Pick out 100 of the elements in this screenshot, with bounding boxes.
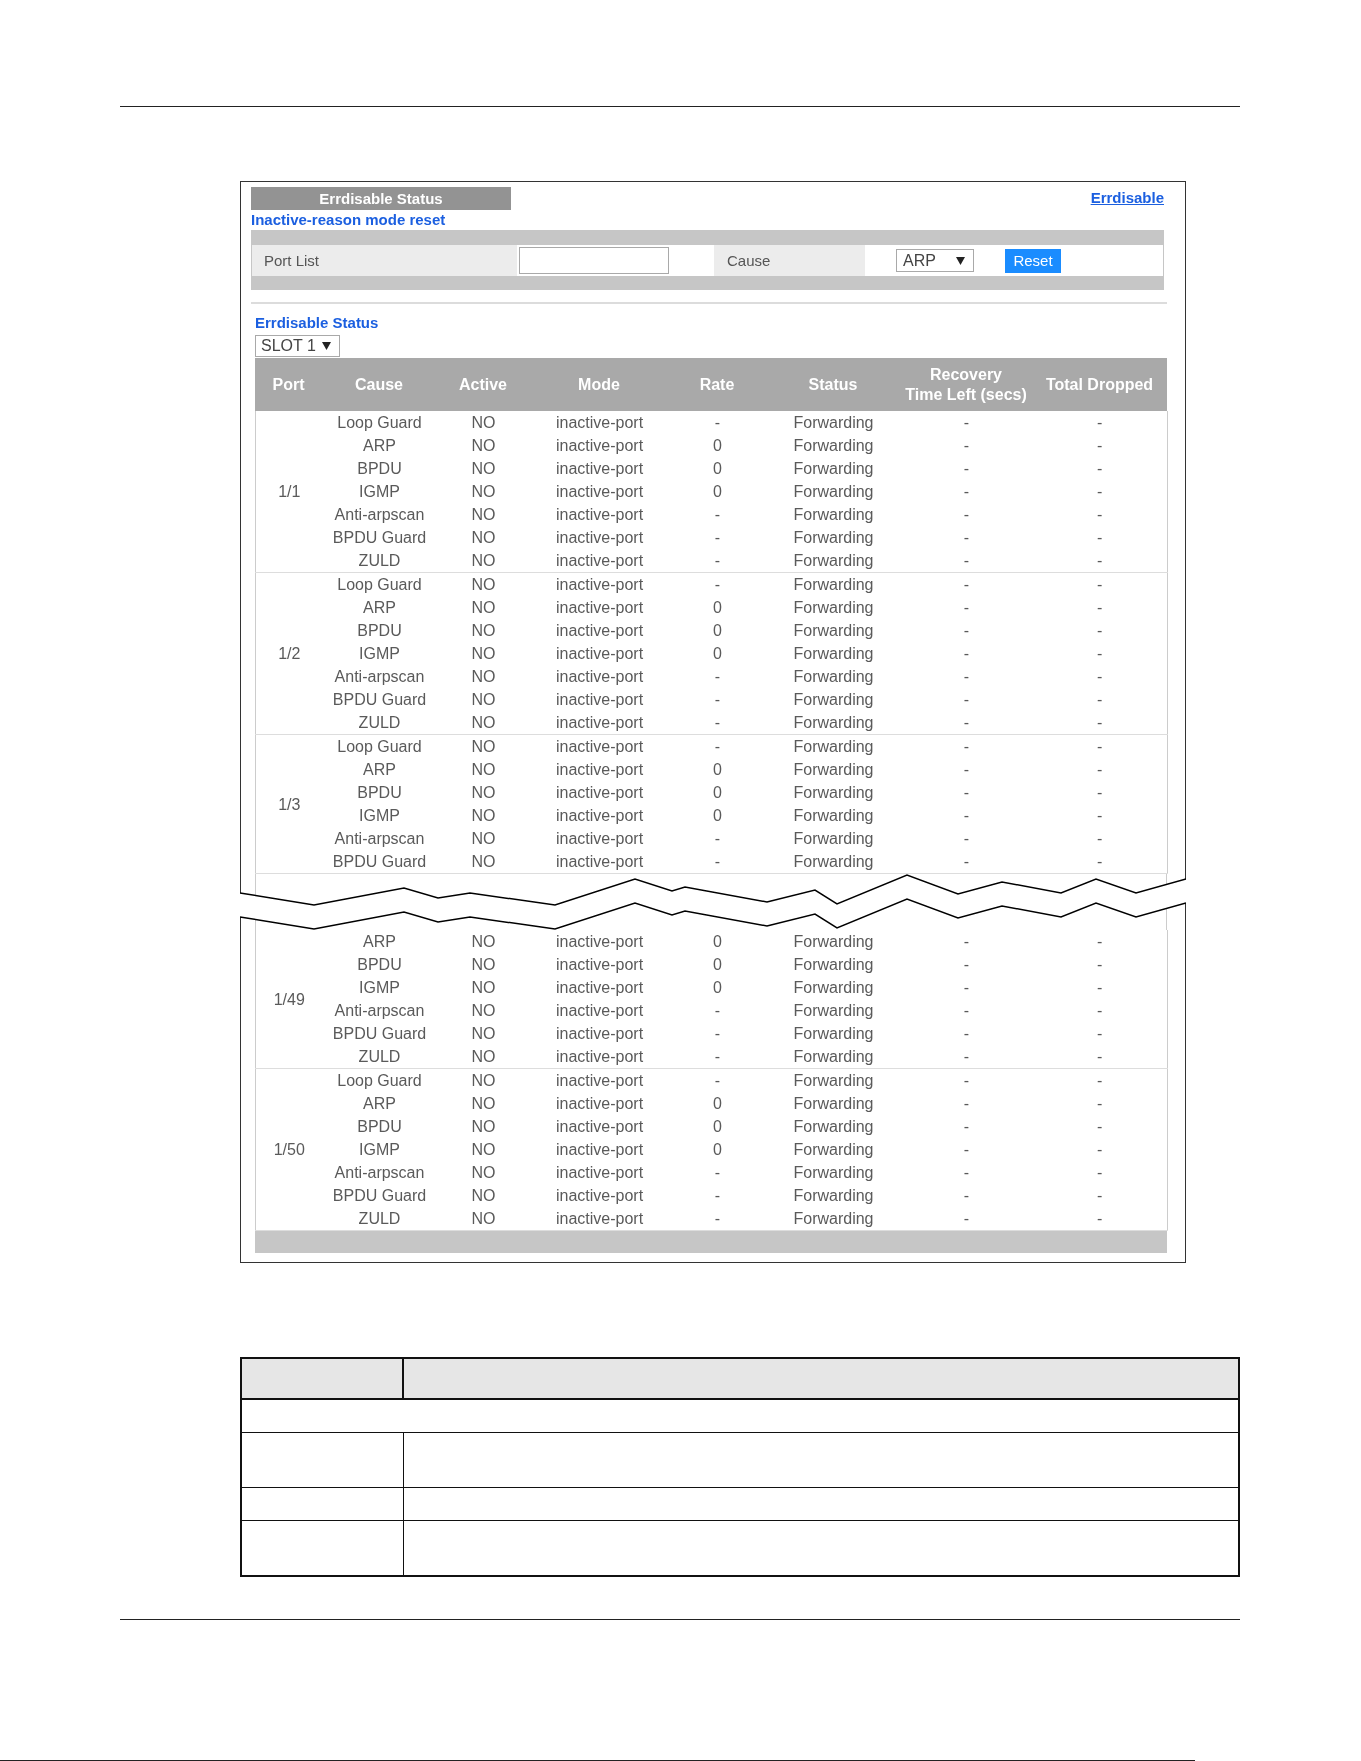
- table-cell-text: Forwarding: [792, 621, 875, 641]
- slot-select[interactable]: SLOT 1: [255, 335, 340, 357]
- table-cell-text: -: [713, 528, 722, 548]
- table-cell-text: NO: [470, 621, 497, 641]
- table-cell: -: [1032, 758, 1168, 781]
- table-cell: -: [1032, 1092, 1168, 1115]
- table-cell: NO: [436, 1045, 531, 1069]
- table-cell-text: NO: [470, 1117, 497, 1137]
- table-cell-text: 0: [712, 955, 723, 975]
- table-cell: -: [1032, 411, 1168, 434]
- table-cell-text: IGMP: [358, 1140, 401, 1160]
- table-cell-text: Forwarding: [792, 413, 875, 433]
- table-cell-text: 0: [712, 644, 723, 664]
- table-cell-text: inactive-port: [554, 1117, 645, 1137]
- table-cell-text: -: [962, 1094, 971, 1114]
- table-cell: Forwarding: [766, 549, 901, 573]
- table-cell-text: inactive-port: [554, 621, 645, 641]
- table-cell-text: NO: [470, 1140, 497, 1160]
- table-cell-text: Forwarding: [792, 598, 875, 618]
- table-cell-text: BPDU Guard: [331, 1186, 428, 1206]
- table-cell-text: NO: [470, 760, 497, 780]
- table-cell: -: [1032, 457, 1168, 480]
- table-cell-text: inactive-port: [554, 1163, 645, 1183]
- table-cell: -: [1032, 1184, 1168, 1207]
- table-cell: -: [1032, 953, 1168, 976]
- table-cell-text: inactive-port: [554, 459, 645, 479]
- table-cell: -: [1032, 930, 1168, 953]
- table-cell-text: -: [962, 955, 971, 975]
- table-cell-text: inactive-port: [554, 528, 645, 548]
- table-cell-text: inactive-port: [554, 1001, 645, 1021]
- field-label: Cause: [714, 245, 865, 276]
- table-cell-text: inactive-port: [554, 806, 645, 826]
- table-cell-text: Forwarding: [792, 667, 875, 687]
- table-cell-text: IGMP: [358, 978, 401, 998]
- table-cell: -: [900, 1207, 1033, 1231]
- table-cell-text: 0: [712, 932, 723, 952]
- table-cell: -: [1032, 526, 1168, 549]
- table-cell: -: [1032, 434, 1168, 457]
- table-cell-text: -: [713, 1163, 722, 1183]
- table-cell: ZULD: [322, 711, 437, 735]
- table-cell: -: [1032, 999, 1168, 1022]
- table-cell: -: [668, 711, 767, 735]
- table-cell-text: Anti-arpscan: [333, 1001, 426, 1021]
- table-cell: Forwarding: [766, 711, 901, 735]
- table-cell-text: Forwarding: [792, 1024, 875, 1044]
- table-cell-text: -: [713, 575, 722, 595]
- table-cell: -: [1032, 596, 1168, 619]
- table-cell-text: Forwarding: [792, 978, 875, 998]
- table-cell-text: Forwarding: [792, 783, 875, 803]
- table-cell: -: [1032, 735, 1168, 758]
- column-header: Recovery Time Left (secs): [900, 358, 1032, 411]
- table-cell-text: Forwarding: [792, 829, 875, 849]
- table-cell-text: NO: [470, 955, 497, 975]
- table-cell: -: [1032, 549, 1168, 573]
- table-cell-text: 0: [712, 806, 723, 826]
- table-cell-text: inactive-port: [554, 829, 645, 849]
- table-cell-text: -: [962, 690, 971, 710]
- table-cell-text: Forwarding: [792, 1163, 875, 1183]
- table-cell-text: inactive-port: [554, 575, 645, 595]
- table-cell-text: 0: [712, 978, 723, 998]
- table-cell-text: Loop Guard: [336, 1071, 423, 1091]
- table-cell-text: -: [713, 829, 722, 849]
- table-cell-text: -: [962, 505, 971, 525]
- table-cell-text: NO: [470, 1071, 497, 1091]
- table-cell-text: Forwarding: [792, 1117, 875, 1137]
- table-cell: inactive-port: [530, 850, 669, 874]
- table-cell-text: NO: [470, 505, 497, 525]
- table-cell-text: -: [962, 978, 971, 998]
- table-cell-text: NO: [470, 1024, 497, 1044]
- table-cell-text: IGMP: [358, 644, 401, 664]
- panel-title: Errdisable Status: [251, 187, 511, 210]
- table-cell-text: Loop Guard: [336, 737, 423, 757]
- table-cell-text: inactive-port: [554, 598, 645, 618]
- table-cell-text: inactive-port: [554, 1024, 645, 1044]
- table-cell-text: NO: [470, 482, 497, 502]
- table-cell: NO: [436, 850, 531, 874]
- table-cell: 1/49: [255, 930, 323, 1069]
- caret-icon: [956, 256, 965, 265]
- table-cell-text: NO: [470, 413, 497, 433]
- table-cell-text: inactive-port: [554, 783, 645, 803]
- table-cell: -: [1032, 1161, 1168, 1184]
- table-cell: NO: [436, 1207, 531, 1231]
- table-cell-text: inactive-port: [554, 482, 645, 502]
- table-cell-text: Forwarding: [792, 737, 875, 757]
- table-cell-text: ARP: [362, 932, 397, 952]
- column-header: Active: [436, 358, 530, 411]
- table-cell: -: [1032, 665, 1168, 688]
- table-cell-text: -: [962, 1024, 971, 1044]
- errdisable-link[interactable]: Errdisable: [1090, 188, 1164, 208]
- port-list-field[interactable]: [519, 247, 669, 274]
- table-cell-text: BPDU: [356, 621, 403, 641]
- table-cell: -: [1032, 804, 1168, 827]
- table-cell-text: inactive-port: [554, 760, 645, 780]
- table-cell-text: inactive-port: [554, 955, 645, 975]
- cause-select[interactable]: ARP: [896, 249, 974, 272]
- table-cell-text: 0: [712, 459, 723, 479]
- table-cell-text: Forwarding: [792, 932, 875, 952]
- table-cell-text: inactive-port: [554, 413, 645, 433]
- table-cell-text: Anti-arpscan: [333, 667, 426, 687]
- table-cell-text: NO: [470, 1186, 497, 1206]
